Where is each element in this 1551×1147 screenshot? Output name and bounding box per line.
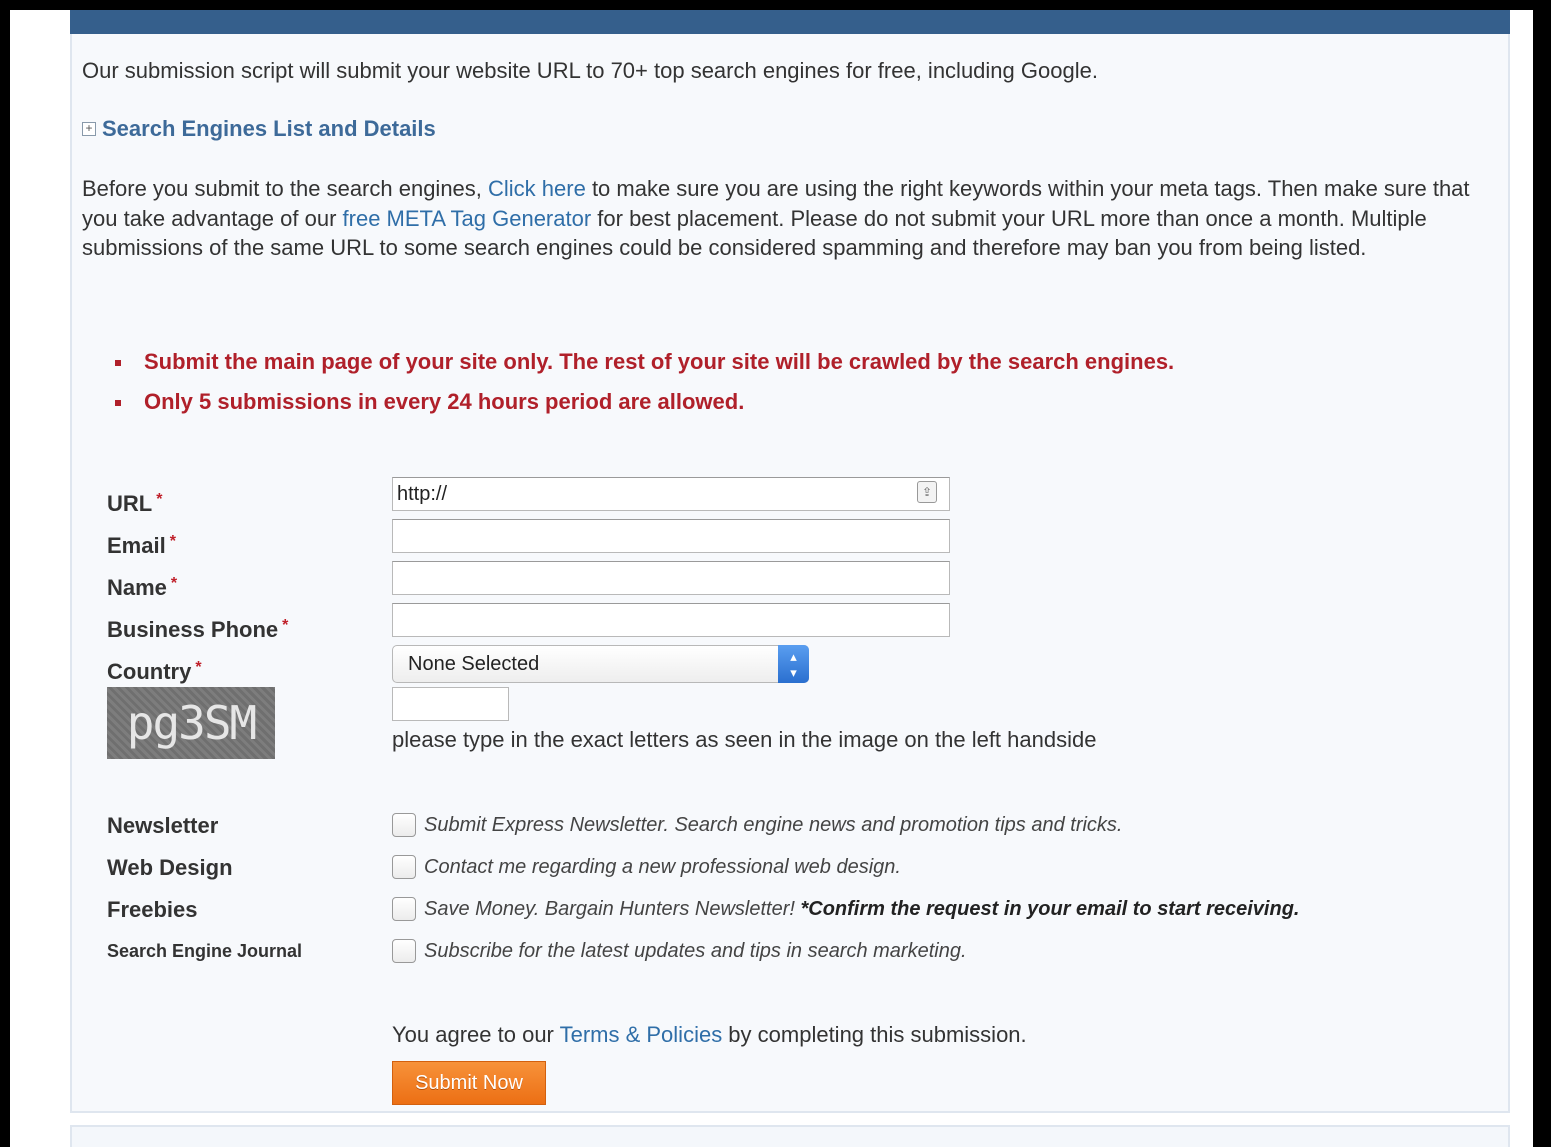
captcha-input[interactable]	[392, 687, 509, 721]
newsletter-label: Newsletter	[107, 813, 219, 838]
required-mark: *	[156, 491, 163, 508]
sej-label: Search Engine Journal	[107, 941, 303, 961]
name-input[interactable]	[392, 561, 950, 595]
web-design-checkbox[interactable]	[392, 855, 416, 879]
newsletter-text: Submit Express Newsletter. Search engine…	[424, 813, 1123, 836]
bottom-panel	[70, 1125, 1510, 1147]
email-label: Email *	[107, 533, 176, 558]
required-mark: *	[282, 617, 289, 634]
click-here-link[interactable]: Click here	[488, 176, 586, 201]
web-design-option: Contact me regarding a new professional …	[392, 855, 901, 879]
country-selected-value: None Selected	[408, 653, 540, 675]
meta-tag-generator-link[interactable]: free META Tag Generator	[343, 206, 592, 231]
required-mark: *	[170, 575, 178, 592]
freebies-checkbox[interactable]	[392, 897, 416, 921]
country-label: Country *	[107, 659, 202, 684]
rule-item: Only 5 submissions in every 24 hours per…	[115, 382, 1174, 422]
terms-link[interactable]: Terms & Policies	[560, 1022, 723, 1047]
newsletter-checkbox[interactable]	[392, 813, 416, 837]
freebies-label: Freebies	[107, 897, 198, 922]
url-label: URL *	[107, 491, 163, 516]
freebies-confirm-text: *Confirm the request in your email to st…	[800, 897, 1300, 920]
instructions-paragraph: Before you submit to the search engines,…	[82, 174, 1507, 263]
toggle-label: Search Engines List and Details	[102, 116, 436, 141]
required-mark: *	[169, 533, 176, 550]
header-bar	[70, 10, 1510, 34]
web-design-text: Contact me regarding a new professional …	[424, 855, 901, 878]
required-mark: *	[195, 659, 202, 676]
phone-label: Business Phone *	[107, 617, 289, 642]
freebies-option: Save Money. Bargain Hunters Newsletter! …	[392, 897, 1299, 921]
paragraph-text: Before you submit to the search engines,	[82, 176, 489, 201]
url-input[interactable]	[392, 477, 950, 511]
email-input[interactable]	[392, 519, 950, 553]
rule-item: Submit the main page of your site only. …	[115, 342, 1174, 382]
agree-text: You agree to our	[392, 1022, 560, 1047]
freebies-text: Save Money. Bargain Hunters Newsletter! …	[424, 897, 1300, 920]
sej-option: Subscribe for the latest updates and tip…	[392, 939, 967, 963]
newsletter-option: Submit Express Newsletter. Search engine…	[392, 813, 1122, 837]
sej-text: Subscribe for the latest updates and tip…	[424, 939, 967, 962]
phone-input[interactable]	[392, 603, 950, 637]
name-label: Name *	[107, 575, 178, 600]
agree-text: by completing this submission.	[722, 1022, 1027, 1047]
autofill-icon[interactable]: ⇪	[917, 481, 937, 503]
search-engines-toggle[interactable]: + Search Engines List and Details	[82, 116, 436, 142]
submit-button[interactable]: Submit Now	[392, 1061, 546, 1105]
expand-plus-icon: +	[82, 122, 96, 136]
page: Our submission script will submit your w…	[10, 10, 1533, 1147]
captcha-hint: please type in the exact letters as seen…	[392, 727, 1097, 752]
country-select[interactable]: None Selected ▴ ▾	[392, 645, 809, 683]
sej-checkbox[interactable]	[392, 939, 416, 963]
submission-rules: Submit the main page of your site only. …	[115, 342, 1174, 422]
intro-text: Our submission script will submit your w…	[82, 58, 1098, 83]
select-updown-icon: ▴ ▾	[778, 645, 809, 683]
terms-agreement: You agree to our Terms & Policies by com…	[392, 1022, 1027, 1048]
captcha-image: pg3SM	[107, 687, 275, 759]
web-design-label: Web Design	[107, 855, 233, 880]
